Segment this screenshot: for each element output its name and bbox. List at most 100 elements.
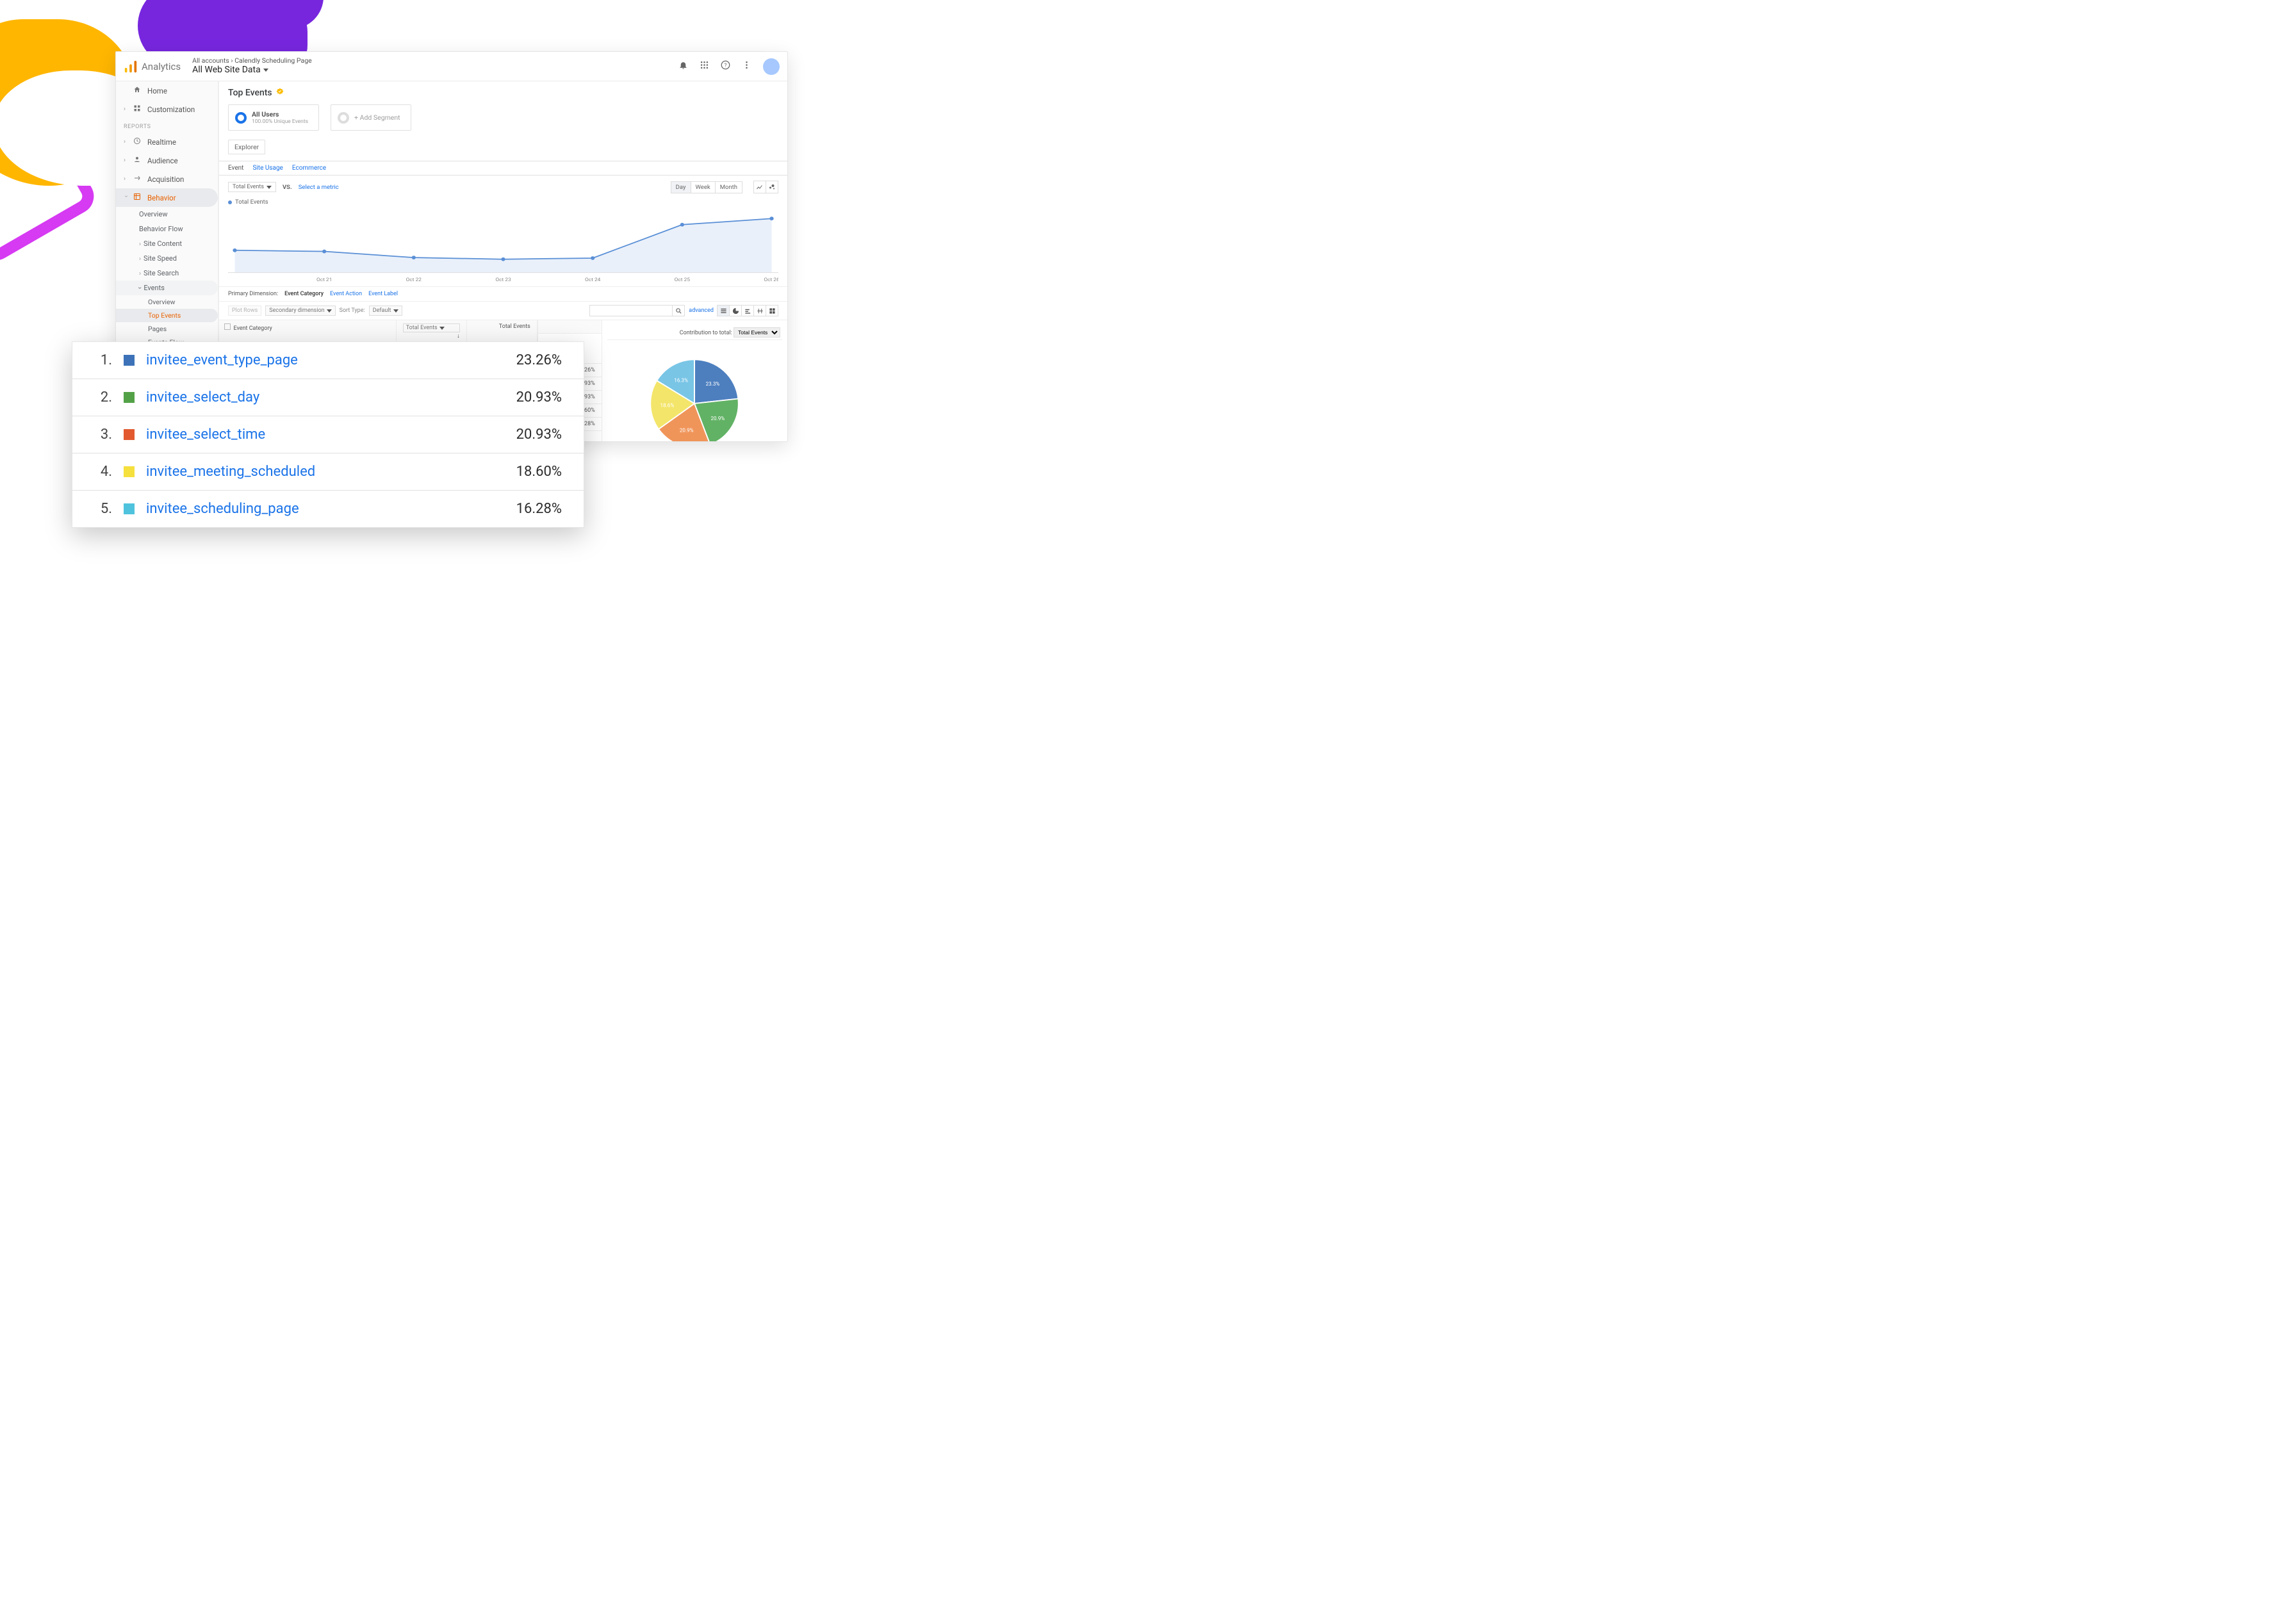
col-total-events-2[interactable]: Total Events (466, 320, 537, 343)
sort-type-select[interactable]: Default (369, 306, 402, 316)
sidebar-events-overview[interactable]: Overview (116, 295, 218, 309)
sidebar-sub-overview[interactable]: Overview (116, 207, 218, 222)
overlay-row-label[interactable]: invitee_scheduling_page (146, 501, 516, 517)
svg-text:23.3%: 23.3% (706, 380, 720, 387)
segment-all-users-label: All Users (252, 110, 308, 118)
chart-type-motion-icon[interactable] (766, 181, 778, 193)
svg-text:?: ? (725, 62, 727, 69)
plot-rows-button[interactable]: Plot Rows (228, 306, 261, 316)
col-event-category[interactable]: Event Category (233, 325, 272, 332)
overlay-row-pct: 18.60% (516, 464, 568, 480)
segment-all-users[interactable]: All Users 100.00% Unique Events (228, 104, 319, 131)
view-bar-icon[interactable] (741, 305, 754, 316)
view-table-icon[interactable] (717, 305, 730, 316)
caret-down-icon (263, 69, 268, 72)
user-avatar[interactable] (763, 58, 780, 75)
sidebar-events-top-events[interactable]: Top Events (116, 309, 218, 322)
sidebar-item-acquisition[interactable]: Acquisition (116, 170, 218, 188)
metric-select[interactable]: Total Events (228, 182, 276, 192)
more-icon[interactable] (742, 60, 751, 72)
page-title: Top Events (228, 88, 778, 98)
verified-badge-icon (276, 88, 284, 98)
legend-label: Total Events (235, 199, 268, 206)
sidebar-audience-label: Audience (147, 156, 178, 165)
period-month[interactable]: Month (715, 181, 742, 193)
overlay-row[interactable]: 2.invitee_select_day20.93% (72, 379, 584, 416)
breadcrumb-path: All accounts › Calendly Scheduling Page (192, 57, 312, 65)
view-comparison-icon[interactable] (753, 305, 766, 316)
pie-chart: 23.3%20.9%20.9%18.6%16.3% (646, 355, 742, 441)
overlay-row-label[interactable]: invitee_meeting_scheduled (146, 464, 516, 480)
view-pie-icon[interactable] (729, 305, 742, 316)
select-metric-link[interactable]: Select a metric (299, 184, 339, 191)
dim-event-label[interactable]: Event Label (368, 291, 398, 297)
subtab-row: Event Site Usage Ecommerce (219, 161, 787, 175)
acquisition-icon (133, 174, 142, 184)
apps-icon[interactable] (700, 60, 709, 72)
add-segment-label: + Add Segment (354, 113, 400, 122)
period-day[interactable]: Day (671, 181, 691, 193)
overlay-row-pct: 20.93% (516, 389, 568, 405)
chart-legend: Total Events (219, 199, 787, 209)
view-selector[interactable]: All Web Site Data (192, 65, 312, 76)
sidebar-sub-site-speed[interactable]: Site Speed (116, 251, 218, 266)
sidebar-sub-site-content[interactable]: Site Content (116, 236, 218, 251)
overlay-row-index: 1. (88, 352, 112, 368)
overlay-event-list: 1.invitee_event_type_page23.26%2.invitee… (72, 341, 584, 528)
overlay-row[interactable]: 5.invitee_scheduling_page16.28% (72, 491, 584, 527)
view-pivot-icon[interactable] (766, 305, 778, 316)
contrib-select[interactable]: Total Events (734, 327, 780, 338)
overlay-row-index: 4. (88, 464, 112, 480)
overlay-row-label[interactable]: invitee_event_type_page (146, 352, 516, 368)
sidebar-customization-label: Customization (147, 105, 195, 114)
segment-circle-icon (235, 112, 247, 124)
overlay-row[interactable]: 4. invitee_meeting_scheduled18.60% (72, 453, 584, 491)
breadcrumb-block[interactable]: All accounts › Calendly Scheduling Page … (192, 57, 312, 76)
svg-text:16.3%: 16.3% (675, 377, 689, 384)
overlay-row[interactable]: 1.invitee_event_type_page23.26% (72, 342, 584, 379)
ga-logo-icon (124, 60, 138, 74)
segment-circle-grey-icon (338, 112, 349, 124)
tab-explorer[interactable]: Explorer (228, 140, 265, 154)
period-week[interactable]: Week (691, 181, 716, 193)
notifications-icon[interactable] (678, 60, 688, 72)
select-all-checkbox[interactable] (224, 323, 231, 330)
search-icon[interactable] (672, 305, 685, 316)
overlay-row-swatch (124, 429, 135, 440)
search-input[interactable] (589, 305, 673, 316)
sidebar-sub-site-search[interactable]: Site Search (116, 266, 218, 281)
overlay-row[interactable]: 3.invitee_select_time20.93% (72, 416, 584, 453)
overlay-row-swatch (124, 503, 135, 514)
contrib-header: Contribution to total: Total Events (607, 325, 782, 340)
overlay-row-label[interactable]: invitee_select_time (146, 427, 516, 443)
subtab-event[interactable]: Event (228, 165, 243, 172)
chart-type-line-icon[interactable] (753, 181, 766, 193)
dim-event-action[interactable]: Event Action (330, 291, 362, 297)
help-icon[interactable]: ? (721, 60, 730, 72)
app-title: Analytics (142, 61, 181, 72)
advanced-link[interactable]: advanced (685, 307, 718, 314)
svg-text:Oct 22: Oct 22 (406, 277, 422, 282)
sidebar-events-pages[interactable]: Pages (116, 322, 218, 336)
sidebar-sub-events[interactable]: ›Events (116, 281, 218, 295)
filter-bar: Plot Rows Secondary dimension Sort Type:… (219, 301, 787, 320)
sidebar-item-behavior[interactable]: › Behavior (116, 188, 218, 207)
sidebar-item-audience[interactable]: Audience (116, 151, 218, 170)
overlay-row-label[interactable]: invitee_select_day (146, 389, 516, 405)
sidebar-item-realtime[interactable]: Realtime (116, 133, 218, 151)
segments-row: All Users 100.00% Unique Events + Add Se… (228, 104, 778, 131)
sidebar-home-label: Home (147, 86, 167, 95)
subtab-ecommerce[interactable]: Ecommerce (292, 165, 326, 172)
secondary-dimension-select[interactable]: Secondary dimension (265, 306, 335, 316)
legend-dot-icon (228, 200, 232, 204)
subtab-site-usage[interactable]: Site Usage (252, 165, 283, 172)
sidebar-item-customization[interactable]: Customization (116, 100, 218, 118)
caret-down-icon (266, 186, 272, 189)
sidebar-sub-behavior-flow[interactable]: Behavior Flow (116, 222, 218, 236)
topbar-right: ? (678, 58, 780, 75)
sidebar-item-home[interactable]: Home (116, 81, 218, 100)
add-segment[interactable]: + Add Segment (331, 104, 411, 131)
primary-dimension-value[interactable]: Event Category (284, 291, 324, 297)
col-total-events-1[interactable]: Total Events ↓ (396, 320, 466, 343)
pie-column: Contribution to total: Total Events 23.3… (602, 320, 787, 441)
